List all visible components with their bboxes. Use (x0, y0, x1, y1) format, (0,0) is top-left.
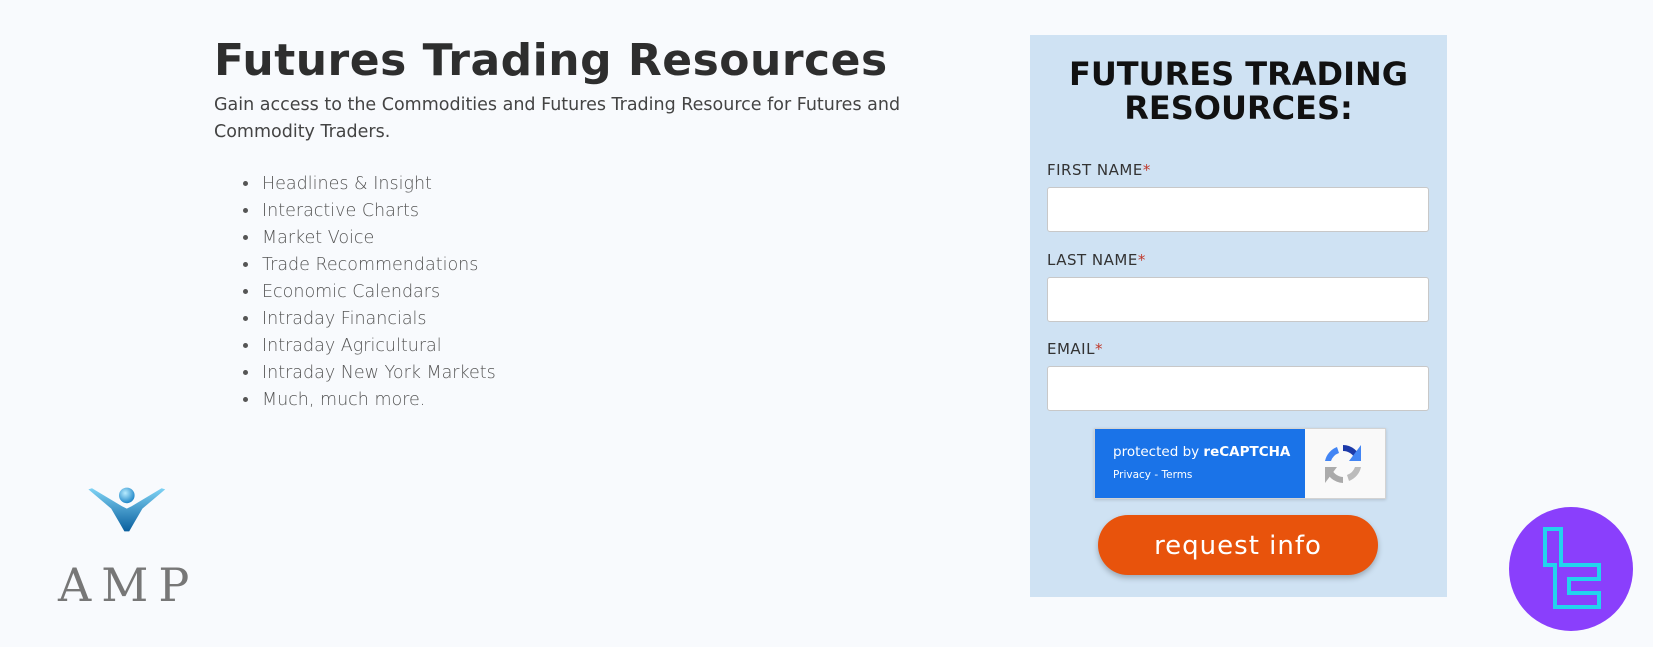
list-item: Intraday Financials (260, 306, 496, 333)
list-item: Market Voice (260, 225, 496, 252)
features-list: Headlines & Insight Interactive Charts M… (236, 171, 496, 414)
request-info-button[interactable]: request info (1098, 515, 1378, 575)
required-asterisk: * (1094, 340, 1103, 358)
list-item: Intraday New York Markets (260, 360, 496, 387)
page-title: Futures Trading Resources (214, 35, 888, 86)
recaptcha-text: protected by reCAPTCHA (1113, 444, 1291, 460)
intro-text: Gain access to the Commodities and Futur… (214, 95, 901, 142)
list-item: Headlines & Insight (260, 171, 496, 198)
list-item: Interactive Charts (260, 198, 496, 225)
recaptcha-links[interactable]: Privacy - Terms (1113, 469, 1192, 481)
required-asterisk: * (1142, 161, 1151, 179)
first-name-field[interactable] (1047, 187, 1429, 232)
last-name-field[interactable] (1047, 277, 1429, 322)
list-item: Intraday Agricultural (260, 333, 496, 360)
form-title-line2: RESOURCES: (1124, 89, 1353, 127)
last-name-label: LAST NAME* (1047, 251, 1146, 269)
lead-form: FUTURES TRADING RESOURCES: FIRST NAME* L… (1030, 35, 1447, 597)
recaptcha-icon (1325, 445, 1361, 483)
list-item: Economic Calendars (260, 279, 496, 306)
amp-logo-icon (88, 487, 166, 532)
tradingfinder-logo-icon (1543, 527, 1601, 609)
recaptcha-panel: protected by reCAPTCHA Privacy - Terms (1095, 429, 1305, 498)
recaptcha-widget[interactable]: protected by reCAPTCHA Privacy - Terms (1094, 428, 1386, 499)
email-label: EMAIL* (1047, 340, 1103, 358)
email-field[interactable] (1047, 366, 1429, 411)
first-name-label: FIRST NAME* (1047, 161, 1151, 179)
list-item: Trade Recommendations (260, 252, 496, 279)
form-title: FUTURES TRADING RESOURCES: (1030, 57, 1447, 125)
required-asterisk: * (1137, 251, 1146, 269)
amp-logo-text: AMP (58, 558, 200, 612)
tradingfinder-badge (1509, 507, 1633, 631)
list-item: Much, much more. (260, 387, 496, 414)
form-title-line1: FUTURES TRADING (1068, 55, 1409, 93)
